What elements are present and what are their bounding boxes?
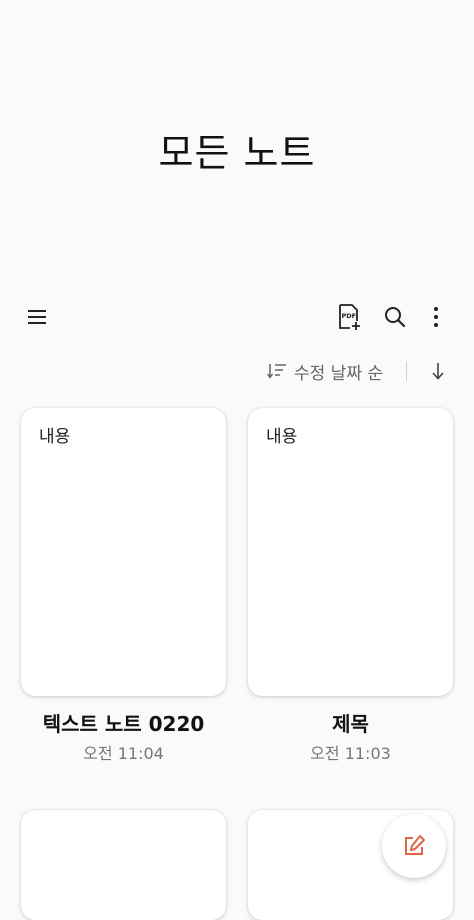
- new-note-button[interactable]: [382, 814, 446, 878]
- note-card[interactable]: [21, 810, 226, 920]
- new-note-pen-icon: [405, 835, 425, 855]
- note-title: 제목: [332, 712, 369, 736]
- sort-lines-icon: [266, 364, 286, 379]
- note-preview-text: 내용: [39, 427, 71, 447]
- search-button[interactable]: [376, 298, 414, 336]
- pdf-import-icon: PDF: [339, 304, 360, 330]
- sort-order-button[interactable]: 수정 날짜 순: [266, 356, 383, 386]
- note-preview-text: 내용: [266, 427, 298, 447]
- search-icon: [385, 307, 406, 328]
- pdf-import-button[interactable]: PDF: [330, 298, 368, 336]
- note-timestamp: 오전 11:04: [83, 744, 164, 763]
- hamburger-menu-icon: [28, 310, 46, 324]
- menu-button[interactable]: [18, 298, 56, 336]
- sort-bar: 수정 날짜 순: [0, 356, 474, 386]
- sort-direction-button[interactable]: [424, 356, 452, 386]
- toolbar: PDF: [0, 298, 474, 336]
- page-title: 모든 노트: [158, 131, 316, 175]
- note-title: 텍스트 노트 0220: [42, 712, 205, 736]
- more-vert-icon: [434, 307, 438, 327]
- note-card[interactable]: 내용: [21, 408, 226, 696]
- svg-text:PDF: PDF: [342, 312, 357, 320]
- note-timestamp: 오전 11:03: [310, 744, 391, 763]
- sort-divider: [406, 361, 407, 381]
- arrow-down-icon: [432, 363, 444, 380]
- more-options-button[interactable]: [417, 298, 455, 336]
- sort-label: 수정 날짜 순: [294, 363, 384, 384]
- note-card[interactable]: 내용: [248, 408, 453, 696]
